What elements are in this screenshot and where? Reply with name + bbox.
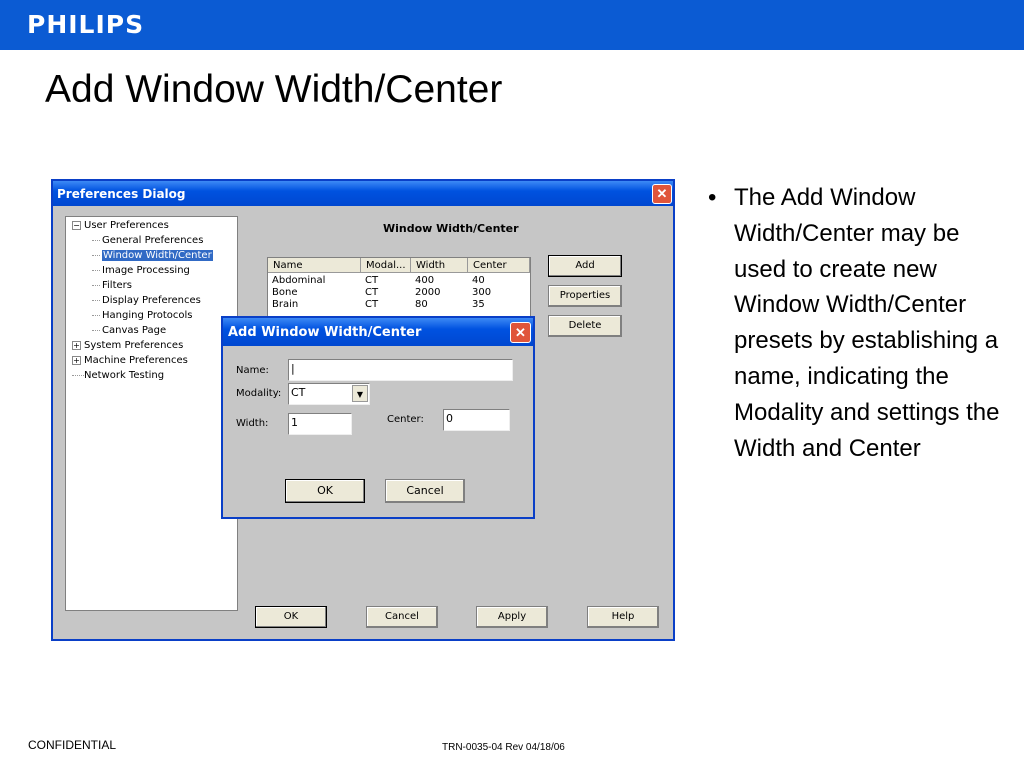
bullet-icon: • <box>708 184 717 211</box>
footer-confidential: CONFIDENTIAL <box>28 738 117 752</box>
cancel-button[interactable]: Cancel <box>385 479 465 503</box>
tree-item[interactable]: + Machine Preferences <box>72 355 188 366</box>
tree-item-label: User Preferences <box>84 220 169 231</box>
table-cell: 80 <box>415 299 428 310</box>
tree-item[interactable]: + System Preferences <box>72 340 183 351</box>
center-input[interactable]: 0 <box>443 409 510 431</box>
ok-button[interactable]: OK <box>285 479 365 503</box>
tree-item[interactable]: Window Width/Center <box>92 250 213 261</box>
properties-button[interactable]: Properties <box>548 285 622 307</box>
preferences-title-bar[interactable]: Preferences Dialog <box>53 181 673 206</box>
bullet-text: • The Add Window Width/Center may be used… <box>708 180 1008 466</box>
add-window-dialog: Add Window Width/Center ✕ Name: | Modali… <box>221 316 535 519</box>
apply-button[interactable]: Apply <box>476 606 548 628</box>
preferences-tree[interactable]: − User Preferences General Preferences Wind… <box>65 216 238 611</box>
tree-item-label: Display Preferences <box>102 295 201 306</box>
add-dialog-title-bar[interactable]: Add Window Width/Center <box>223 318 533 346</box>
width-input[interactable]: 1 <box>288 413 352 435</box>
collapse-icon[interactable]: − <box>72 221 81 230</box>
header-bar <box>0 0 1024 50</box>
column-header[interactable]: Name <box>268 258 361 273</box>
expand-icon[interactable]: + <box>72 341 81 350</box>
expand-icon[interactable]: + <box>72 356 81 365</box>
tree-item-label: General Preferences <box>102 235 204 246</box>
tree-item-label: System Preferences <box>84 340 184 351</box>
table-cell: 35 <box>472 299 485 310</box>
table-cell: 300 <box>472 287 492 298</box>
tree-item[interactable]: Filters <box>92 280 132 291</box>
table-cell: CT <box>365 287 379 298</box>
modality-label: Modality: <box>236 388 282 399</box>
tree-item[interactable]: − User Preferences <box>72 220 169 231</box>
column-header[interactable]: Modal... <box>361 258 411 273</box>
close-icon[interactable]: ✕ <box>510 322 531 343</box>
add-button[interactable]: Add <box>548 255 622 277</box>
tree-item-label: Network Testing <box>84 370 165 381</box>
preferences-title: Preferences Dialog <box>57 187 186 201</box>
table-cell: Bone <box>272 287 298 298</box>
delete-button[interactable]: Delete <box>548 315 622 337</box>
table-cell: 40 <box>472 275 485 286</box>
footer-doc-id: TRN-0035-04 Rev 04/18/06 <box>442 742 565 753</box>
cancel-button[interactable]: Cancel <box>366 606 438 628</box>
panel-title: Window Width/Center <box>383 222 519 235</box>
column-header[interactable]: Center <box>468 258 530 273</box>
table-cell: CT <box>365 275 379 286</box>
column-header[interactable]: Width <box>411 258 468 273</box>
tree-item[interactable]: General Preferences <box>92 235 204 246</box>
tree-item-label: Window Width/Center <box>102 250 213 261</box>
tree-item-label: Hanging Protocols <box>102 310 193 321</box>
tree-item[interactable]: Canvas Page <box>92 325 167 336</box>
slide-title: Add Window Width/Center <box>45 68 503 111</box>
tree-item[interactable]: Hanging Protocols <box>92 310 193 321</box>
table-cell: CT <box>365 299 379 310</box>
help-button[interactable]: Help <box>587 606 659 628</box>
ok-button[interactable]: OK <box>255 606 327 628</box>
tree-item[interactable]: Image Processing <box>92 265 190 276</box>
tree-item-label: Image Processing <box>102 265 190 276</box>
philips-logo: PHILIPS <box>27 10 145 39</box>
add-dialog-title: Add Window Width/Center <box>228 325 422 340</box>
tree-item-label: Machine Preferences <box>84 355 188 366</box>
table-cell: 400 <box>415 275 435 286</box>
tree-item-label: Filters <box>102 280 132 291</box>
name-input[interactable]: | <box>288 359 513 381</box>
tree-item[interactable]: Display Preferences <box>92 295 201 306</box>
table-cell: Abdominal <box>272 275 326 286</box>
table-cell: Brain <box>272 299 299 310</box>
close-icon[interactable]: ✕ <box>652 184 672 204</box>
name-label: Name: <box>236 365 269 376</box>
modality-select[interactable]: CT ▼ <box>288 383 370 405</box>
tree-item[interactable]: Network Testing <box>72 370 164 381</box>
modality-value: CT <box>291 386 306 399</box>
tree-item-label: Canvas Page <box>102 325 167 336</box>
center-label: Center: <box>387 414 424 425</box>
table-cell: 2000 <box>415 287 441 298</box>
width-label: Width: <box>236 418 269 429</box>
chevron-down-icon[interactable]: ▼ <box>352 385 368 402</box>
presets-table[interactable]: Name Modal... Width Center Abdominal CT 400 40 B… <box>267 257 531 321</box>
